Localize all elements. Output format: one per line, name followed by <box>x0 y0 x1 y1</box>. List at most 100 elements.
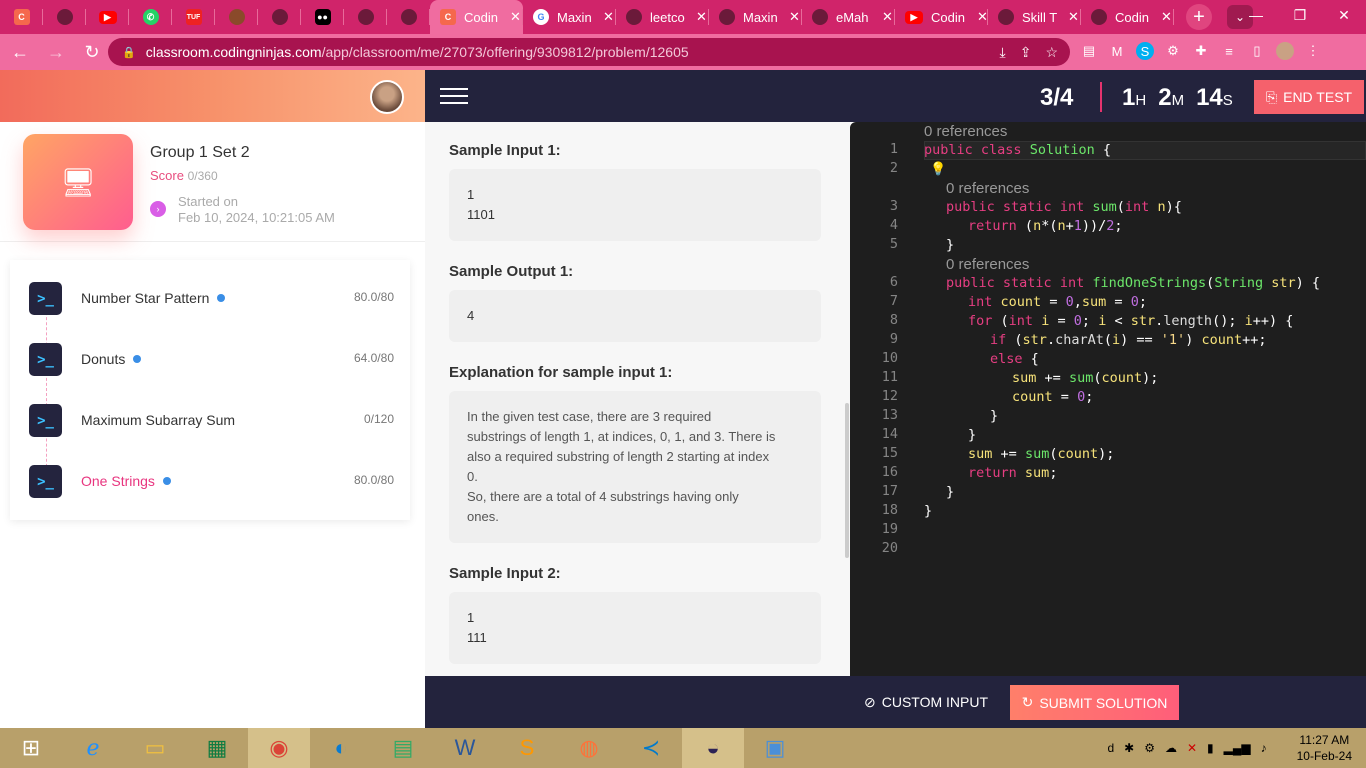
office-icon[interactable]: ▦ <box>186 728 248 768</box>
puzzle-icon[interactable]: ✚ <box>1192 42 1210 60</box>
problem-item-maximum-subarray-sum[interactable]: >_ Maximum Subarray Sum 0/120 <box>10 399 410 439</box>
tab-leetcode[interactable]: leetco ✕ <box>616 0 709 34</box>
lightbulb-icon[interactable]: 💡 <box>930 161 946 177</box>
chrome-icon[interactable]: ◉ <box>248 728 310 768</box>
speaker-icon[interactable]: ♪ <box>1261 741 1267 755</box>
codelens-references[interactable]: 0 references <box>924 122 1007 141</box>
tab-codin-2[interactable]: Codin ✕ <box>1081 0 1174 34</box>
close-icon[interactable]: ✕ <box>882 9 893 25</box>
maximize-icon[interactable]: ❐ <box>1278 0 1322 30</box>
cloud-icon[interactable]: ☁ <box>1165 741 1177 755</box>
code-line: 111 <box>467 630 487 645</box>
ie-icon[interactable]: ℯ <box>62 728 124 768</box>
tab-coding-ninjas[interactable]: C Codin ✕ <box>430 0 523 34</box>
network-error-icon[interactable]: ✕ <box>1187 741 1197 755</box>
timer-unit: S <box>1222 92 1233 109</box>
tab-codin-youtube[interactable]: ▶ Codin ✕ <box>895 0 988 34</box>
new-tab-button[interactable]: + <box>1186 4 1212 30</box>
tab-skill[interactable]: Skill T ✕ <box>988 0 1081 34</box>
m-extension-icon[interactable]: M <box>1108 42 1126 60</box>
share-icon[interactable]: ⇪ <box>1020 44 1032 61</box>
reload-icon[interactable]: ↻ <box>76 36 108 68</box>
notepad-icon[interactable]: ▤ <box>372 728 434 768</box>
score-label: Score <box>150 168 184 183</box>
lock-icon[interactable]: 🔒 <box>122 46 136 59</box>
terminal-icon: >_ <box>29 465 62 498</box>
code-line: sum += sum(count); <box>1012 370 1159 386</box>
close-icon[interactable]: ✕ <box>603 9 614 25</box>
line-number: 7 <box>889 293 898 309</box>
windows-start-icon[interactable]: ⊞ <box>0 728 62 768</box>
tab-github-2[interactable] <box>258 0 301 34</box>
close-icon[interactable]: ✕ <box>696 9 707 25</box>
code-line: } <box>924 503 933 519</box>
tab-github[interactable] <box>43 0 86 34</box>
docs-icon[interactable]: ▤ <box>1080 42 1098 60</box>
close-icon[interactable]: ✕ <box>510 9 521 25</box>
photos-icon[interactable]: ▣ <box>744 728 806 768</box>
close-window-icon[interactable]: ✕ <box>1322 0 1366 30</box>
codelens-references[interactable]: 0 references <box>946 255 1029 274</box>
submit-solution-button[interactable]: ↻ SUBMIT SOLUTION <box>1010 685 1179 720</box>
tab-medium[interactable]: ●● <box>301 0 344 34</box>
problem-item-donuts[interactable]: >_ Donuts 64.0/80 <box>10 338 410 378</box>
tab-title: Codin <box>931 9 965 25</box>
tab-emah[interactable]: eMah ✕ <box>802 0 895 34</box>
custom-input-label: CUSTOM INPUT <box>881 694 989 710</box>
tab-youtube[interactable]: ▶ <box>86 0 129 34</box>
avatar[interactable] <box>370 80 404 114</box>
tab-tuf[interactable]: TUF <box>172 0 215 34</box>
end-test-button[interactable]: ⎘ END TEST <box>1254 80 1364 114</box>
forward-arrow-icon[interactable]: → <box>40 36 72 68</box>
firefox-icon[interactable]: ◍ <box>558 728 620 768</box>
bluetooth-icon[interactable]: ✱ <box>1124 741 1134 755</box>
tab-github-3[interactable] <box>344 0 387 34</box>
problem-item-number-star-pattern[interactable]: >_ Number Star Pattern 80.0/80 <box>10 277 410 317</box>
tab-codechef[interactable] <box>215 0 258 34</box>
file-explorer-icon[interactable]: ▭ <box>124 728 186 768</box>
close-icon[interactable]: ✕ <box>1161 9 1172 25</box>
word-icon[interactable]: W <box>434 728 496 768</box>
close-icon[interactable]: ✕ <box>789 9 800 25</box>
close-icon[interactable]: ✕ <box>1068 9 1079 25</box>
gear-icon[interactable]: ⚙ <box>1164 42 1182 60</box>
signal-icon[interactable]: ▂▄▆ <box>1224 741 1251 755</box>
minimize-icon[interactable]: — <box>1234 0 1278 30</box>
kebab-menu-icon[interactable]: ⋮ <box>1304 42 1322 60</box>
vscode-icon[interactable]: ≺ <box>620 728 682 768</box>
reading-list-icon[interactable]: ≡ <box>1220 42 1238 60</box>
install-icon[interactable]: ⤓ <box>1000 44 1006 61</box>
extensions-bar: ▤ M S ⚙ ✚ ≡ ▯ ⋮ <box>1080 42 1322 60</box>
dell-icon[interactable]: d <box>1107 741 1114 755</box>
skype-icon[interactable]: S <box>1136 42 1154 60</box>
end-test-label: END TEST <box>1283 89 1353 105</box>
eclipse-icon[interactable]: ◒ <box>682 728 744 768</box>
battery-icon[interactable]: ▮ <box>1207 741 1214 755</box>
tab-maxin[interactable]: Maxin ✕ <box>709 0 802 34</box>
url-bar[interactable]: 🔒 classroom.codingninjas.com/app/classro… <box>108 38 1070 66</box>
explanation-line: also a required substring of length 2 st… <box>467 449 770 464</box>
custom-input-button[interactable]: ⊘ CUSTOM INPUT <box>864 694 988 711</box>
code-line: count = 0; <box>1012 389 1094 405</box>
tab-whatsapp[interactable]: ✆ <box>129 0 172 34</box>
tab-github-4[interactable] <box>387 0 430 34</box>
profile-avatar-icon[interactable] <box>1276 42 1294 60</box>
bookmark-star-icon[interactable]: ☆ <box>1045 44 1058 61</box>
system-clock[interactable]: 11:27 AM 10-Feb-24 <box>1297 732 1352 764</box>
tab-cn[interactable]: C <box>0 0 43 34</box>
tab-maxin-google[interactable]: G Maxin ✕ <box>523 0 616 34</box>
line-number: 3 <box>889 198 898 214</box>
line-number: 10 <box>881 350 898 366</box>
back-arrow-icon[interactable]: ← <box>4 36 36 68</box>
problem-scrollbar[interactable] <box>845 403 849 558</box>
hamburger-menu-icon[interactable] <box>440 88 468 109</box>
side-panel-icon[interactable]: ▯ <box>1248 42 1266 60</box>
settings-icon[interactable]: ⚙ <box>1144 741 1155 755</box>
codelens-references[interactable]: 0 references <box>946 179 1029 198</box>
close-icon[interactable]: ✕ <box>977 9 988 25</box>
line-number: 14 <box>881 426 898 442</box>
problem-item-one-strings[interactable]: >_ One Strings 80.0/80 <box>10 460 410 500</box>
sublime-icon[interactable]: S <box>496 728 558 768</box>
group-score: Score 0/360 <box>150 168 218 183</box>
edge-icon[interactable]: ◐ <box>310 728 372 768</box>
